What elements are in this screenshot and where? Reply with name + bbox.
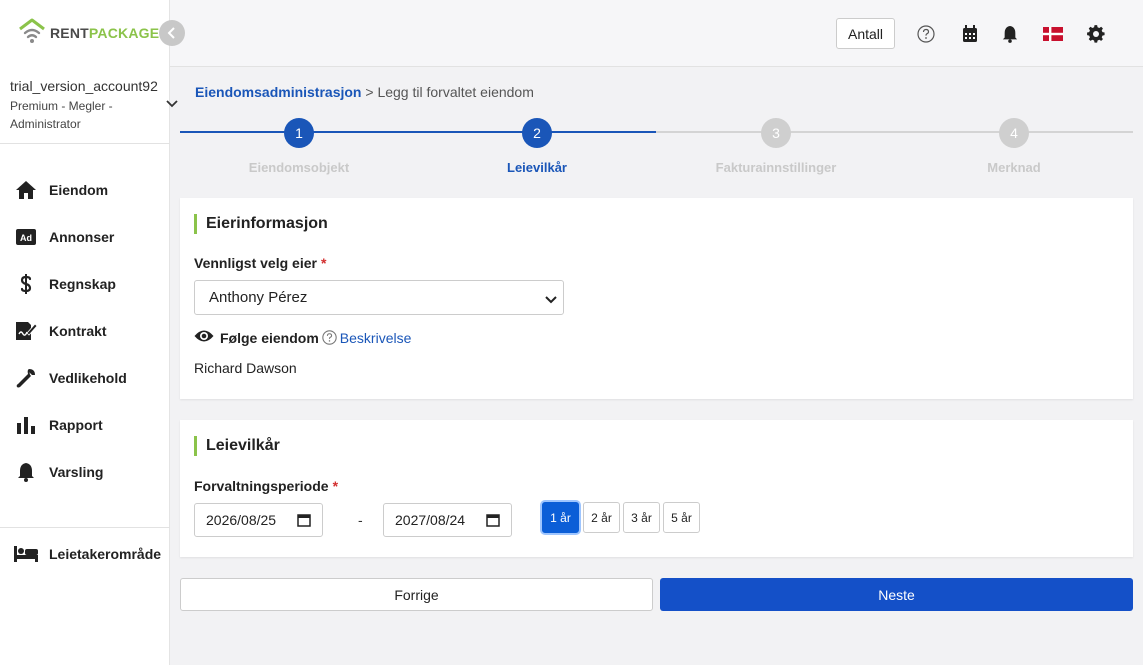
contract-icon <box>14 321 38 341</box>
period-field-label: Forvaltningsperiode * <box>194 478 338 494</box>
flag-icon[interactable] <box>1042 24 1064 44</box>
sidebar-item-eiendom[interactable]: Eiendom <box>0 170 170 210</box>
chevron-down-icon[interactable] <box>165 96 179 112</box>
step-circle-3[interactable]: 3 <box>761 118 791 148</box>
collapse-sidebar-button[interactable] <box>159 20 185 46</box>
owner-info-card: Eierinformasjon Vennligst velg eier * Ant… <box>180 198 1133 399</box>
end-date-input[interactable]: 2027/08/24 <box>383 503 512 537</box>
step-circle-1[interactable]: 1 <box>284 118 314 148</box>
bell-icon <box>14 462 38 482</box>
step-circle-2[interactable]: 2 <box>522 118 552 148</box>
step-label-3: Fakturainnstillinger <box>715 160 837 175</box>
step-line-completed <box>180 131 656 133</box>
sidebar-item-label: Regnskap <box>49 276 116 292</box>
top-bar: Antall <box>170 0 1143 67</box>
breadcrumb-link[interactable]: Eiendomsadministrasjon <box>195 84 361 100</box>
calendar-icon[interactable] <box>960 24 980 44</box>
app-logo[interactable]: RENTPACKAGE <box>18 18 159 48</box>
calendar-icon[interactable] <box>297 513 311 530</box>
sidebar-item-regnskap[interactable]: Regnskap <box>0 264 170 304</box>
sidebar: RENTPACKAGE trial_version_account92 Prem… <box>0 0 178 665</box>
required-marker: * <box>332 478 339 494</box>
chevron-down-icon <box>545 292 557 309</box>
sidebar-item-leietakeromrade[interactable]: Leietakerområde <box>0 534 170 574</box>
lease-terms-card: Leievilkår Forvaltningsperiode * 2026/08/… <box>180 420 1133 557</box>
sidebar-item-label: Annonser <box>49 229 115 245</box>
period-3-year-button[interactable]: 3 år <box>623 502 660 533</box>
sidebar-item-label: Eiendom <box>49 182 109 198</box>
sidebar-item-vedlikehold[interactable]: Vedlikehold <box>0 358 170 398</box>
divider <box>0 143 170 144</box>
period-label-text: Forvaltningsperiode <box>194 478 329 494</box>
stepper: 1 Eiendomsobjekt 2 Leievilkår 3 Fakturai… <box>180 116 1133 186</box>
step-line-pending <box>656 131 1133 133</box>
svg-text:Ad: Ad <box>20 233 32 243</box>
end-date-value: 2027/08/24 <box>395 512 466 528</box>
sidebar-item-label: Kontrakt <box>49 323 107 339</box>
date-range-separator: - <box>358 512 363 528</box>
owner-select-value: Anthony Pérez <box>209 289 308 306</box>
sidebar-item-kontrakt[interactable]: Kontrakt <box>0 311 170 351</box>
sidebar-item-rapport[interactable]: Rapport <box>0 405 170 445</box>
period-1-year-button[interactable]: 1 år <box>542 502 579 533</box>
gear-icon[interactable] <box>1086 24 1106 44</box>
sidebar-item-label: Vedlikehold <box>49 370 127 386</box>
previous-button[interactable]: Forrige <box>180 578 653 611</box>
bed-icon <box>14 546 38 562</box>
sidebar-item-label: Varsling <box>49 464 104 480</box>
breadcrumb-separator: > <box>365 84 374 100</box>
account-role: Premium - Megler - Administrator <box>10 99 113 131</box>
eye-icon[interactable] <box>194 329 214 346</box>
account-name: trial_version_account92 <box>10 78 158 94</box>
step-label-4: Merknad <box>987 160 1041 175</box>
divider <box>0 527 170 528</box>
chevron-left-icon <box>167 27 175 39</box>
bar-chart-icon <box>14 416 38 434</box>
description-link[interactable]: Beskrivelse <box>340 330 412 346</box>
home-icon <box>14 180 38 200</box>
wrench-icon <box>14 368 38 388</box>
card-title: Leievilkår <box>194 436 280 456</box>
help-icon[interactable] <box>916 24 936 44</box>
step-circle-4[interactable]: 4 <box>999 118 1029 148</box>
step-label-2: Leievilkår <box>507 160 567 175</box>
follow-property-row: Følge eiendom Beskrivelse <box>194 329 411 346</box>
calendar-icon[interactable] <box>486 513 500 530</box>
start-date-value: 2026/08/25 <box>206 512 277 528</box>
dollar-icon <box>14 274 38 294</box>
owner-field-label: Vennligst velg eier * <box>194 255 326 271</box>
breadcrumb: Eiendomsadministrasjon > Legg til forval… <box>195 84 534 100</box>
follower-name: Richard Dawson <box>194 360 297 376</box>
owner-label-text: Vennligst velg eier <box>194 255 317 271</box>
owner-select[interactable]: Anthony Pérez <box>194 280 564 315</box>
sidebar-item-varsling[interactable]: Varsling <box>0 452 170 492</box>
sidebar-item-label: Rapport <box>49 417 103 433</box>
follow-property-label: Følge eiendom <box>220 329 319 346</box>
antall-button[interactable]: Antall <box>836 18 895 49</box>
start-date-input[interactable]: 2026/08/25 <box>194 503 323 537</box>
help-circle-icon[interactable] <box>322 330 337 345</box>
sidebar-item-annonser[interactable]: Ad Annonser <box>0 217 170 257</box>
card-title: Eierinformasjon <box>194 214 328 234</box>
logo-text: RENTPACKAGE <box>50 25 159 41</box>
logo-package-text: PACKAGE <box>88 25 160 41</box>
notification-bell-icon[interactable] <box>1000 24 1020 44</box>
wifi-house-icon <box>18 18 46 49</box>
step-label-1: Eiendomsobjekt <box>248 160 350 175</box>
required-marker: * <box>320 255 327 271</box>
period-5-year-button[interactable]: 5 år <box>663 502 700 533</box>
next-button[interactable]: Neste <box>660 578 1133 611</box>
sidebar-item-label: Leietakerområde <box>49 546 162 562</box>
period-2-year-button[interactable]: 2 år <box>583 502 620 533</box>
breadcrumb-current: Legg til forvaltet eiendom <box>377 84 534 100</box>
logo-rent-text: RENT <box>50 25 89 41</box>
account-info[interactable]: trial_version_account92 Premium - Megler… <box>10 78 180 133</box>
ad-icon: Ad <box>14 229 38 245</box>
